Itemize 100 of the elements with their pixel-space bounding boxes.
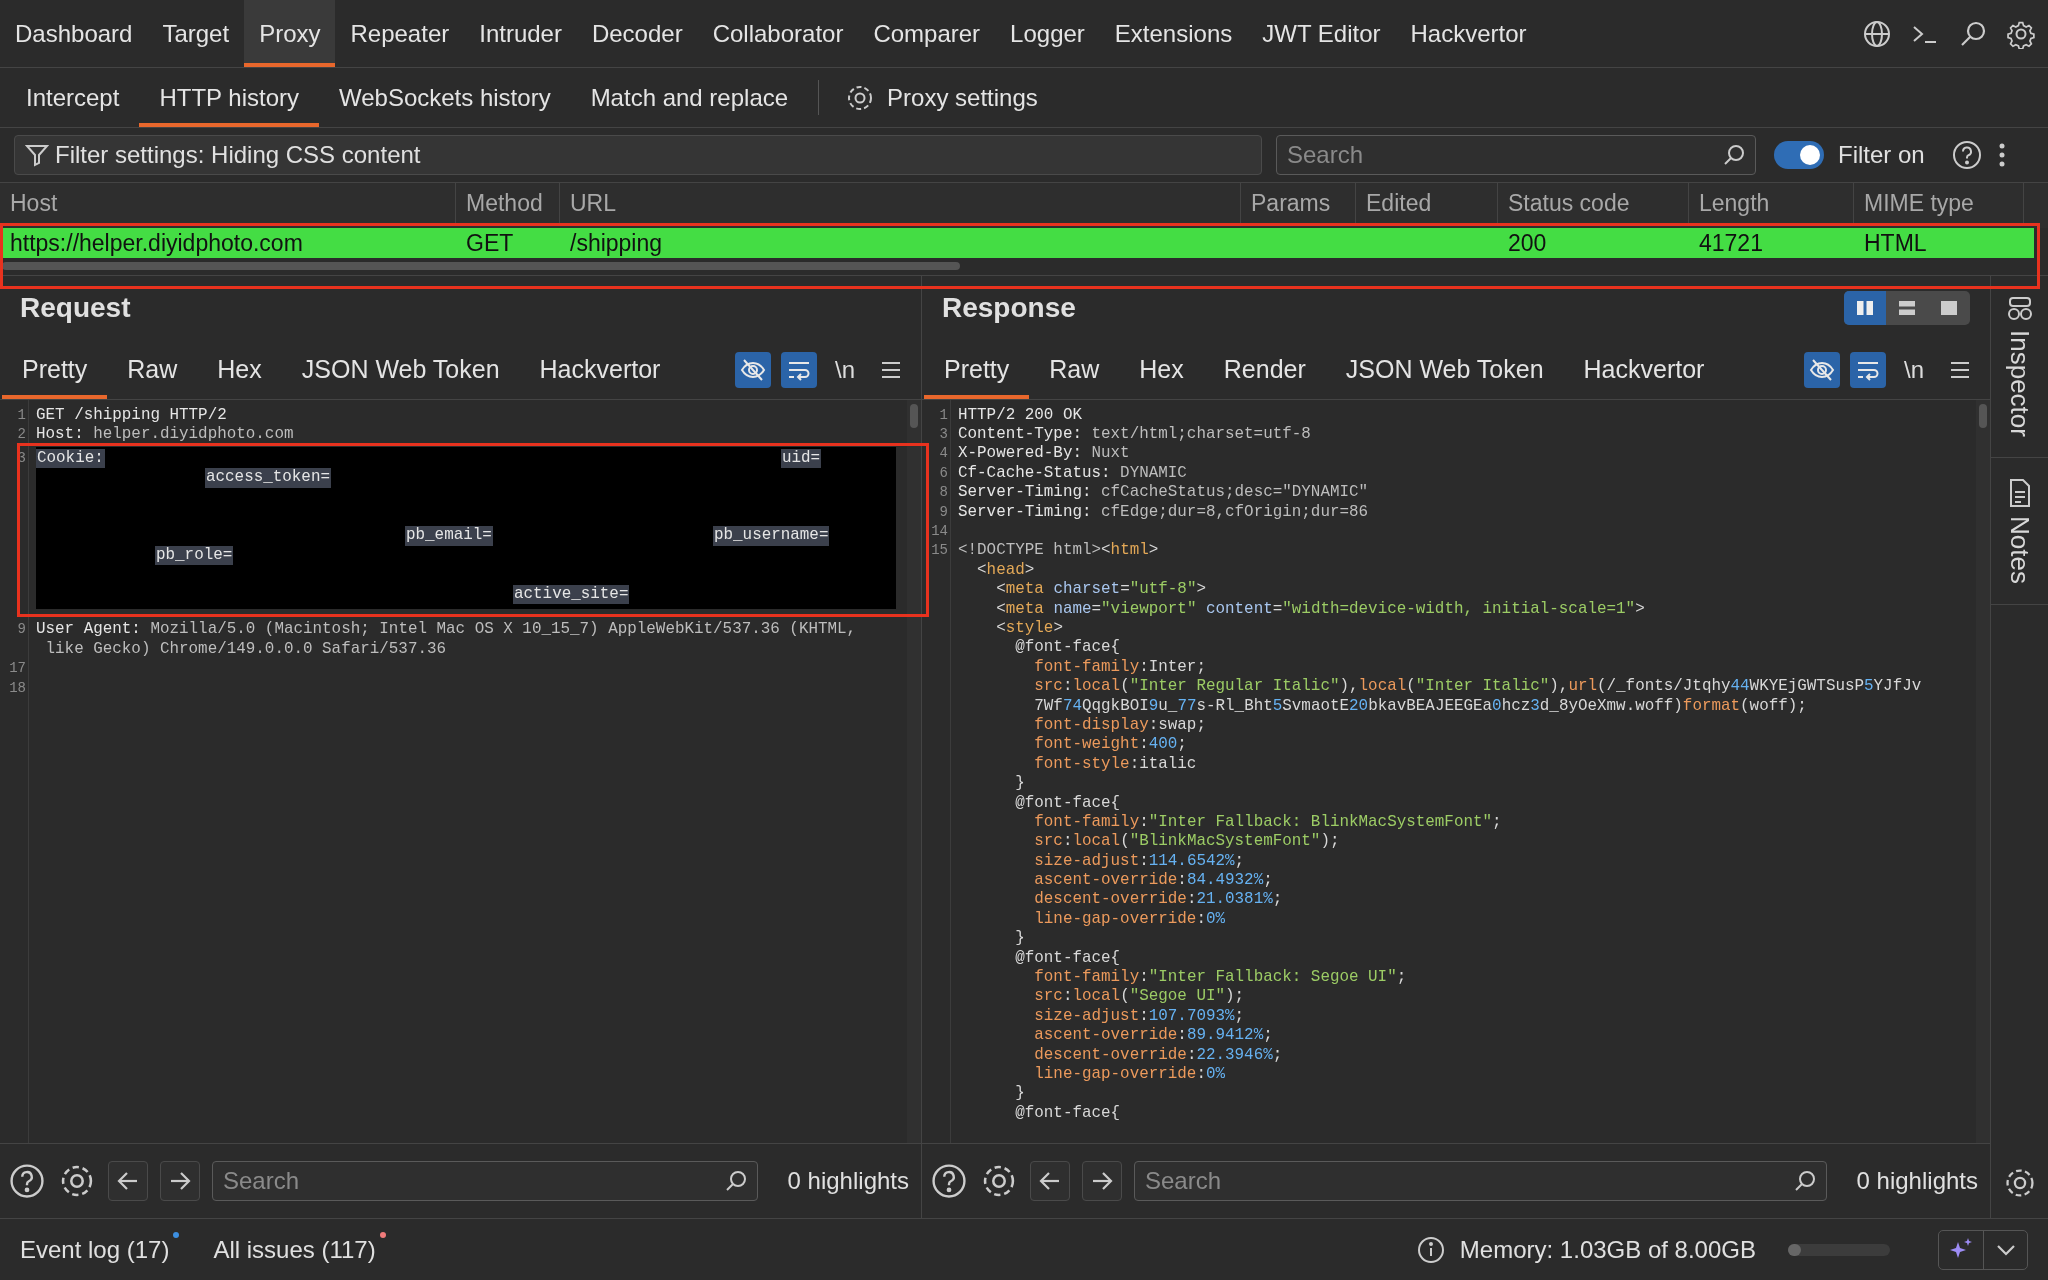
code-line: <meta charset="utf-8">	[995, 580, 1206, 599]
nav-tab[interactable]: Comparer	[858, 0, 996, 67]
code-line: src:local("Segoe UI");	[1033, 987, 1245, 1006]
nav-tab[interactable]: Intruder	[464, 0, 577, 67]
sub-tab[interactable]: Match and replace	[570, 68, 809, 127]
sub-tab[interactable]: HTTP history	[139, 68, 319, 127]
nav-tab[interactable]: Hackvertor	[1395, 0, 1542, 67]
editor-tab[interactable]: Raw	[1029, 340, 1120, 399]
nav-tab[interactable]: Dashboard	[0, 0, 148, 67]
table-row[interactable]: https://helper.diyidphoto.com GET /shipping 200 41721 HTML	[0, 228, 2034, 258]
column-header[interactable]: Length	[1699, 189, 1770, 217]
line-number: 3	[938, 426, 948, 443]
next-button[interactable]	[1082, 1161, 1122, 1201]
code-line: HTTP/2 200 OK	[958, 405, 1082, 424]
search-field[interactable]: Search	[1276, 135, 1756, 175]
code-line: 7Wf74QqgkBOI9u_77s-Rl_Bht5SvmaotE20bkavBEAJEEGEa0hcz3d_8yOeXmw.woff)format(woff);	[1033, 696, 1807, 715]
columns-icon	[1856, 300, 1874, 316]
cookie-name: active_site=	[513, 584, 630, 604]
hide-toggle[interactable]	[1804, 351, 1840, 388]
editor-tab[interactable]: Raw	[107, 340, 198, 399]
memory-usage: Memory: 1.03GB of 8.00GB	[1459, 1235, 1756, 1264]
scrollbar[interactable]	[2, 262, 960, 270]
sub-tab[interactable]: Intercept	[6, 68, 140, 127]
editor-tab[interactable]: Hex	[197, 340, 282, 399]
editor-tab[interactable]: Hex	[1119, 340, 1204, 399]
line-number: 17	[8, 660, 26, 677]
nav-tab[interactable]: JWT Editor	[1247, 0, 1396, 67]
search-field[interactable]: Search	[212, 1161, 758, 1201]
column-header[interactable]: Edited	[1366, 189, 1432, 217]
newline-toggle[interactable]: \n	[827, 351, 863, 388]
scrollbar[interactable]	[910, 404, 918, 428]
code-line: font-weight:400;	[1033, 735, 1187, 754]
filter-settings-field[interactable]: Filter settings: Hiding CSS content	[14, 135, 1262, 175]
editor-tab[interactable]: JSON Web Token	[1325, 340, 1564, 399]
sub-tab[interactable]: WebSockets history	[319, 68, 571, 127]
nav-tab[interactable]: Decoder	[576, 0, 698, 67]
cookie-name: pb_email=	[405, 526, 493, 546]
nav-tab[interactable]: Target	[147, 0, 245, 67]
line-number: 1	[938, 406, 948, 423]
eye-off-icon	[1809, 357, 1835, 382]
info-icon	[1415, 1234, 1446, 1265]
pane-title: Request	[20, 292, 131, 324]
previous-button[interactable]	[1030, 1161, 1070, 1201]
cookie-name: pb_role=	[155, 545, 234, 566]
proxy-settings-button[interactable]: Proxy settings	[867, 68, 1058, 127]
code-line: }	[1014, 774, 1025, 793]
next-button[interactable]	[160, 1161, 200, 1201]
hide-toggle[interactable]	[735, 351, 771, 388]
line-number: 15	[930, 542, 948, 559]
newline-toggle[interactable]: \n	[1896, 351, 1932, 388]
code-line: }	[1014, 929, 1025, 948]
editor-tab[interactable]: JSON Web Token	[281, 340, 520, 399]
column-header[interactable]: URL	[570, 189, 616, 217]
nav-tab[interactable]: Extensions	[1099, 0, 1248, 67]
wrap-toggle[interactable]	[1850, 351, 1886, 388]
help-icon[interactable]	[930, 1162, 968, 1200]
code-line: src:local("BlinkMacSystemFont");	[1033, 832, 1340, 851]
column-header[interactable]: Host	[10, 189, 58, 217]
line-number: 9	[16, 621, 26, 638]
code-line: @font-face{	[1014, 793, 1121, 812]
line-number: 2	[16, 426, 26, 443]
code-line: Server-Timing: cfEdge;dur=8,cfOrigin;dur=86	[958, 502, 1369, 521]
editor-tab[interactable]: Hackvertor	[1563, 340, 1725, 399]
editor-tab[interactable]: Pretty	[2, 340, 108, 399]
scrollbar[interactable]	[1979, 404, 1987, 428]
nav-tab[interactable]: Logger	[995, 0, 1100, 67]
column-header[interactable]: Params	[1251, 189, 1331, 217]
code-line: descent-override:22.3946%;	[1033, 1045, 1283, 1064]
code-line: font-family:"Inter Fallback: Segoe UI";	[1033, 968, 1407, 986]
search-field[interactable]: Search	[1134, 1161, 1827, 1201]
filter-toggle[interactable]	[1774, 141, 1824, 169]
nav-tab[interactable]: Repeater	[335, 0, 465, 67]
highlights-count: 0 highlights	[787, 1167, 909, 1195]
help-icon[interactable]	[1950, 139, 1983, 171]
wrap-toggle[interactable]	[781, 351, 817, 388]
status-link[interactable]: Event log (17)	[20, 1235, 170, 1264]
editor-tab[interactable]: Render	[1203, 340, 1326, 399]
code-line: font-display:swap;	[1033, 715, 1206, 734]
code-line: <style>	[995, 619, 1063, 637]
line-number: 8	[938, 484, 948, 501]
layout-button[interactable]	[1844, 291, 1886, 325]
editor-tab[interactable]: Hackvertor	[519, 340, 681, 399]
sidebar-tab[interactable]: Notes	[1991, 457, 2048, 605]
editor-tab[interactable]: Pretty	[924, 340, 1030, 399]
table-cell-text: GET	[465, 229, 515, 257]
table-cell-text: https://helper.diyidphoto.com	[9, 229, 304, 257]
status-link[interactable]: All issues (117)	[213, 1235, 376, 1264]
help-icon[interactable]	[8, 1162, 46, 1200]
code-line: font-family:"Inter Fallback: BlinkMacSystemFont";	[1033, 812, 1502, 831]
menu-icon	[1949, 359, 1971, 380]
globe-icon[interactable]	[1862, 18, 1892, 49]
nav-tab[interactable]: Collaborator	[697, 0, 859, 67]
column-header[interactable]: Method	[466, 189, 543, 217]
nav-tab[interactable]: Proxy	[244, 0, 336, 67]
sidebar-tab[interactable]: Inspector	[1991, 276, 2048, 458]
code-line: like Gecko) Chrome/149.0.0.0 Safari/537.36	[44, 639, 447, 658]
column-header[interactable]: MIME type	[1864, 189, 1974, 217]
line-number: 6	[938, 464, 948, 481]
column-header[interactable]: Status code	[1508, 189, 1630, 217]
previous-button[interactable]	[108, 1161, 148, 1201]
